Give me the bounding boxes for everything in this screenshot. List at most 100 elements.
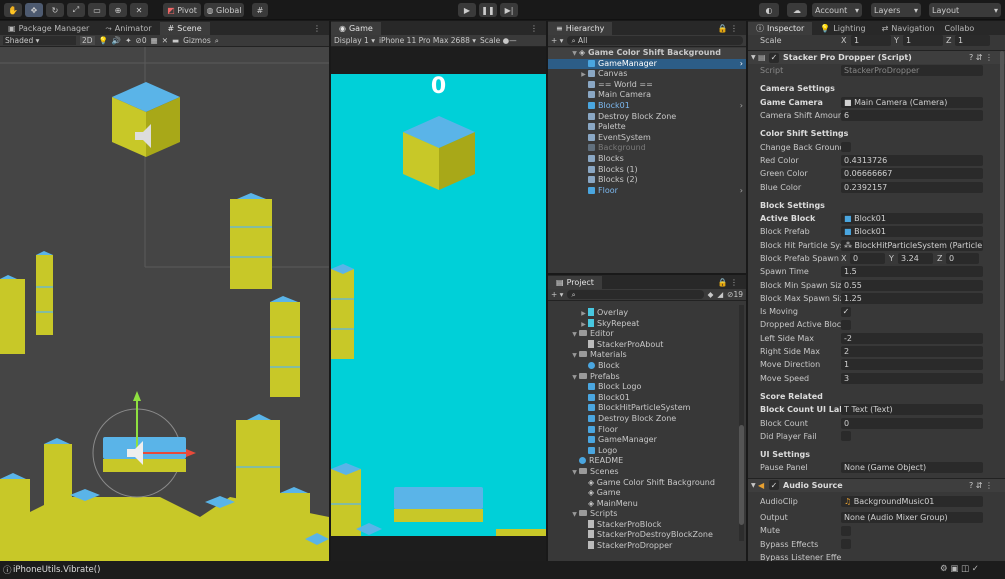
account-dropdown[interactable]: Account ▾ [812, 3, 862, 17]
red-color-field[interactable]: 0.4313726 [841, 154, 983, 166]
grid-icon[interactable]: ▦ [151, 36, 158, 45]
add-button[interactable]: + ▾ [551, 36, 563, 45]
transform-tool-icon[interactable]: ⊕ [109, 3, 127, 17]
tab-hierarchy[interactable]: ≡ Hierarchy [548, 22, 613, 35]
search-icon[interactable]: ⌕ [215, 36, 219, 46]
scene-viewport[interactable] [0, 47, 329, 561]
project-item-scene-color-shift[interactable]: ◈ Game Color Shift Background [548, 478, 746, 489]
project-item-script-destroy[interactable]: StackerProDestroyBlockZone [548, 530, 746, 541]
spawn-z-field[interactable]: 0 [946, 253, 979, 264]
hierarchy-item-eventsystem[interactable]: EventSystem [548, 133, 746, 144]
cloud-icon[interactable]: ☁ [787, 3, 807, 17]
more-menu-icon[interactable]: ⋮ [305, 22, 329, 35]
project-item-scene-mainmenu[interactable]: ◈ MainMenu [548, 499, 746, 510]
scene-root[interactable]: ▼ ◈ Game Color Shift Background [548, 48, 746, 59]
is-moving-checkbox[interactable]: ✓ [841, 306, 851, 317]
project-item-scene-game[interactable]: ◈ Game [548, 488, 746, 499]
tab-lighting[interactable]: 💡 Lighting [812, 22, 873, 35]
tab-package-manager[interactable]: ▣ Package Manager [0, 22, 97, 35]
project-item-logo[interactable]: Logo [548, 446, 746, 457]
hierarchy-item-blocks[interactable]: Blocks [548, 154, 746, 165]
hidden-packages-icon[interactable]: ⊘19 [727, 290, 743, 299]
max-spawn-size-field[interactable]: 1.25 [841, 292, 983, 304]
hierarchy-item-floor[interactable]: Floor › [548, 186, 746, 197]
hierarchy-search[interactable]: ⌕ All [567, 36, 743, 45]
rect-tool-icon[interactable]: ▭ [88, 3, 106, 17]
project-item-block-logo[interactable]: Block Logo [548, 382, 746, 393]
shading-dropdown[interactable]: Shaded ▾ [3, 36, 76, 45]
scale-tool-icon[interactable]: ⤢ [67, 3, 85, 17]
change-bg-checkbox[interactable] [841, 142, 851, 153]
project-scrollbar[interactable] [739, 305, 744, 541]
project-item-script-dropper[interactable]: StackerProDropper [548, 541, 746, 551]
collab-icon[interactable]: ◐ [759, 3, 779, 17]
move-tool-icon[interactable]: ✥ [25, 3, 43, 17]
spawn-y-field[interactable]: 3.24 [898, 253, 933, 264]
layers-dropdown[interactable]: Layers ▾ [871, 3, 921, 17]
global-toggle[interactable]: ◍ Global [204, 3, 244, 17]
hierarchy-item-canvas[interactable]: ▶ Canvas [548, 69, 746, 80]
status-icons[interactable]: ⚙ ▣ ◫ ✓ [940, 564, 979, 574]
project-item-block-material[interactable]: Block [548, 361, 746, 372]
project-folder-prefabs[interactable]: ▼ Prefabs [548, 372, 746, 383]
pause-panel-field[interactable]: None (Game Object) [841, 462, 983, 474]
lock-icon[interactable]: 🔒 ⋮ [709, 22, 746, 35]
tab-navigation[interactable]: ⇄ Navigation [874, 22, 943, 35]
more-menu-icon[interactable]: ⋮ [522, 22, 546, 35]
hierarchy-item-destroy-zone[interactable]: Destroy Block Zone [548, 112, 746, 123]
game-view[interactable]: 0 [331, 74, 546, 536]
hierarchy-item-blocks-1[interactable]: Blocks (1) [548, 165, 746, 176]
play-button[interactable]: ▶ [458, 3, 476, 17]
inspector-scrollbar[interactable] [1000, 51, 1004, 381]
hierarchy-item-background[interactable]: Background [548, 143, 746, 154]
add-button[interactable]: + ▾ [551, 290, 563, 299]
rotate-tool-icon[interactable]: ↻ [46, 3, 64, 17]
player-fail-checkbox[interactable] [841, 431, 851, 442]
project-item-floor[interactable]: Floor [548, 425, 746, 436]
left-side-max-field[interactable]: -2 [841, 332, 983, 344]
hierarchy-item-blocks-2[interactable]: Blocks (2) [548, 175, 746, 186]
output-field[interactable]: None (Audio Mixer Group) [841, 512, 983, 524]
display-dropdown[interactable]: Display 1 ▾ [334, 36, 375, 45]
project-item-script-block[interactable]: StackerProBlock [548, 519, 746, 531]
effects-icon[interactable]: ✦ [125, 36, 131, 45]
scale-slider[interactable]: Scale ●— [480, 36, 517, 45]
step-button[interactable]: ▶| [500, 3, 518, 17]
custom-tool-icon[interactable]: ✕ [130, 3, 148, 17]
hierarchy-item-world[interactable]: == World == [548, 80, 746, 91]
tools-icon[interactable]: ✕ [162, 36, 168, 45]
spawn-x-field[interactable]: 0 [850, 253, 885, 264]
dropped-block-checkbox[interactable] [841, 319, 851, 330]
2d-toggle[interactable]: 2D [80, 36, 95, 45]
hierarchy-item-gamemanager[interactable]: GameManager › [548, 58, 746, 70]
lighting-icon[interactable]: 💡 [99, 36, 108, 45]
mute-checkbox[interactable] [841, 525, 851, 536]
right-side-max-field[interactable]: 2 [841, 346, 983, 358]
tab-project[interactable]: ▤ Project [548, 276, 602, 289]
audio-icon[interactable]: 🔊 [112, 36, 121, 45]
tab-collab[interactable]: Collabo [943, 22, 977, 35]
project-item-gamemanager[interactable]: GameManager [548, 435, 746, 446]
pivot-toggle[interactable]: ◩ Pivot [163, 3, 201, 17]
scale-z-field[interactable]: 1 [955, 35, 990, 46]
tab-scene[interactable]: # Scene [159, 22, 210, 35]
scale-y-field[interactable]: 1 [903, 35, 943, 46]
gizmos-dropdown[interactable]: Gizmos [183, 36, 211, 45]
active-block-field[interactable]: ■ Block01 [841, 213, 983, 225]
component-header-dropper[interactable]: ▼ ▤ ✓ Stacker Pro Dropper (Script) ? ⇵ ⋮ [748, 50, 1005, 64]
component-actions-icon[interactable]: ? ⇵ ⋮ [969, 481, 1005, 490]
project-item-destroy-zone[interactable]: Destroy Block Zone [548, 414, 746, 425]
filter-icon[interactable]: ◆ [708, 290, 714, 299]
blue-color-field[interactable]: 0.2392157 [841, 181, 983, 193]
project-folder-editor[interactable]: ▼ Editor [548, 329, 746, 340]
scale-x-field[interactable]: 1 [851, 35, 891, 46]
project-item-skyrepeat[interactable]: ▶ SkyRepeat [548, 318, 746, 330]
visibility-icon[interactable]: ⊘0 [136, 36, 147, 45]
block-prefab-field[interactable]: ■ Block01 [841, 226, 983, 238]
camera-icon[interactable]: ▬ [172, 36, 179, 45]
green-color-field[interactable]: 0.06666667 [841, 168, 983, 180]
project-folder-materials[interactable]: ▼ Materials [548, 350, 746, 361]
layout-dropdown[interactable]: Layout ▾ [929, 3, 1001, 17]
component-header-audio[interactable]: ▼ ◀ ✓ Audio Source ? ⇵ ⋮ [748, 477, 1005, 492]
project-folder-scenes[interactable]: ▼ Scenes [548, 467, 746, 478]
